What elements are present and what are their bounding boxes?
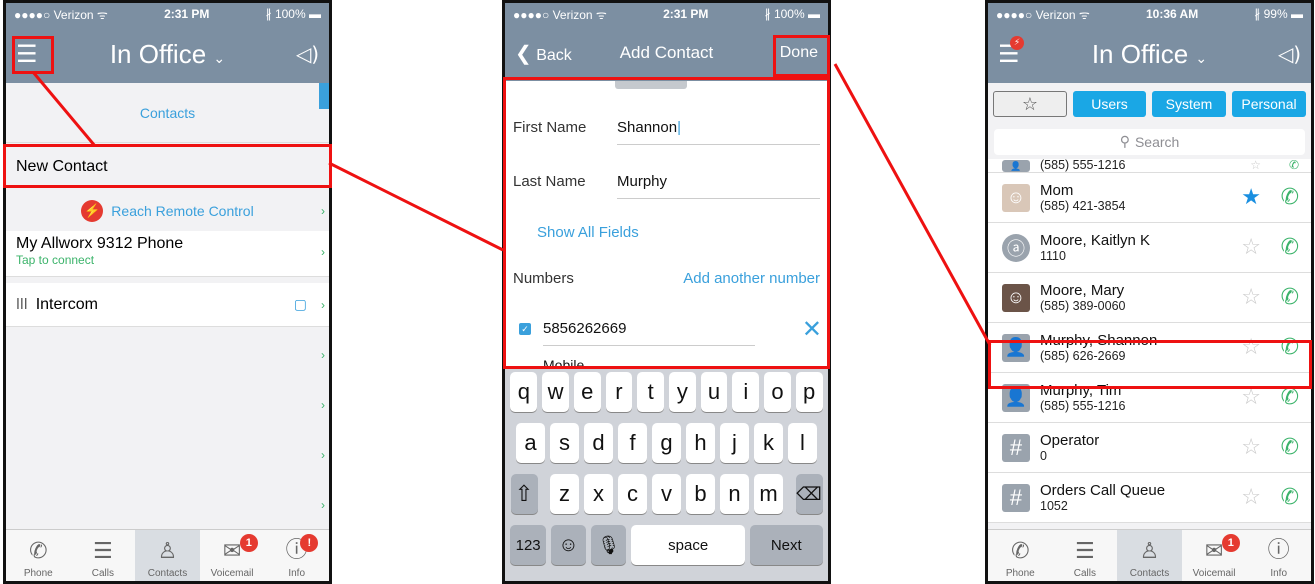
callout-line-new-contact <box>328 161 504 252</box>
hamburger-menu-icon[interactable]: ☰ ⚡ <box>998 36 1024 68</box>
stage: ●●●●○ Verizon ᯤ 2:31 PM ∦ 100% ▬ ☰ In Of… <box>0 0 1315 584</box>
speaker-icon[interactable]: ◁) <box>296 42 319 66</box>
speaker-icon[interactable]: ◁) <box>1278 42 1301 66</box>
hamburger-menu-icon[interactable]: ☰ <box>16 40 38 68</box>
done-button[interactable]: Done <box>780 44 818 62</box>
callout-line-menu <box>31 71 97 147</box>
back-button[interactable]: ❮ Back <box>515 41 572 66</box>
annotation-lines <box>31 63 992 346</box>
reach-bolt-icon: ⚡ <box>1010 36 1024 50</box>
callout-line-done <box>833 63 992 346</box>
chevron-left-icon: ❮ <box>515 42 532 65</box>
